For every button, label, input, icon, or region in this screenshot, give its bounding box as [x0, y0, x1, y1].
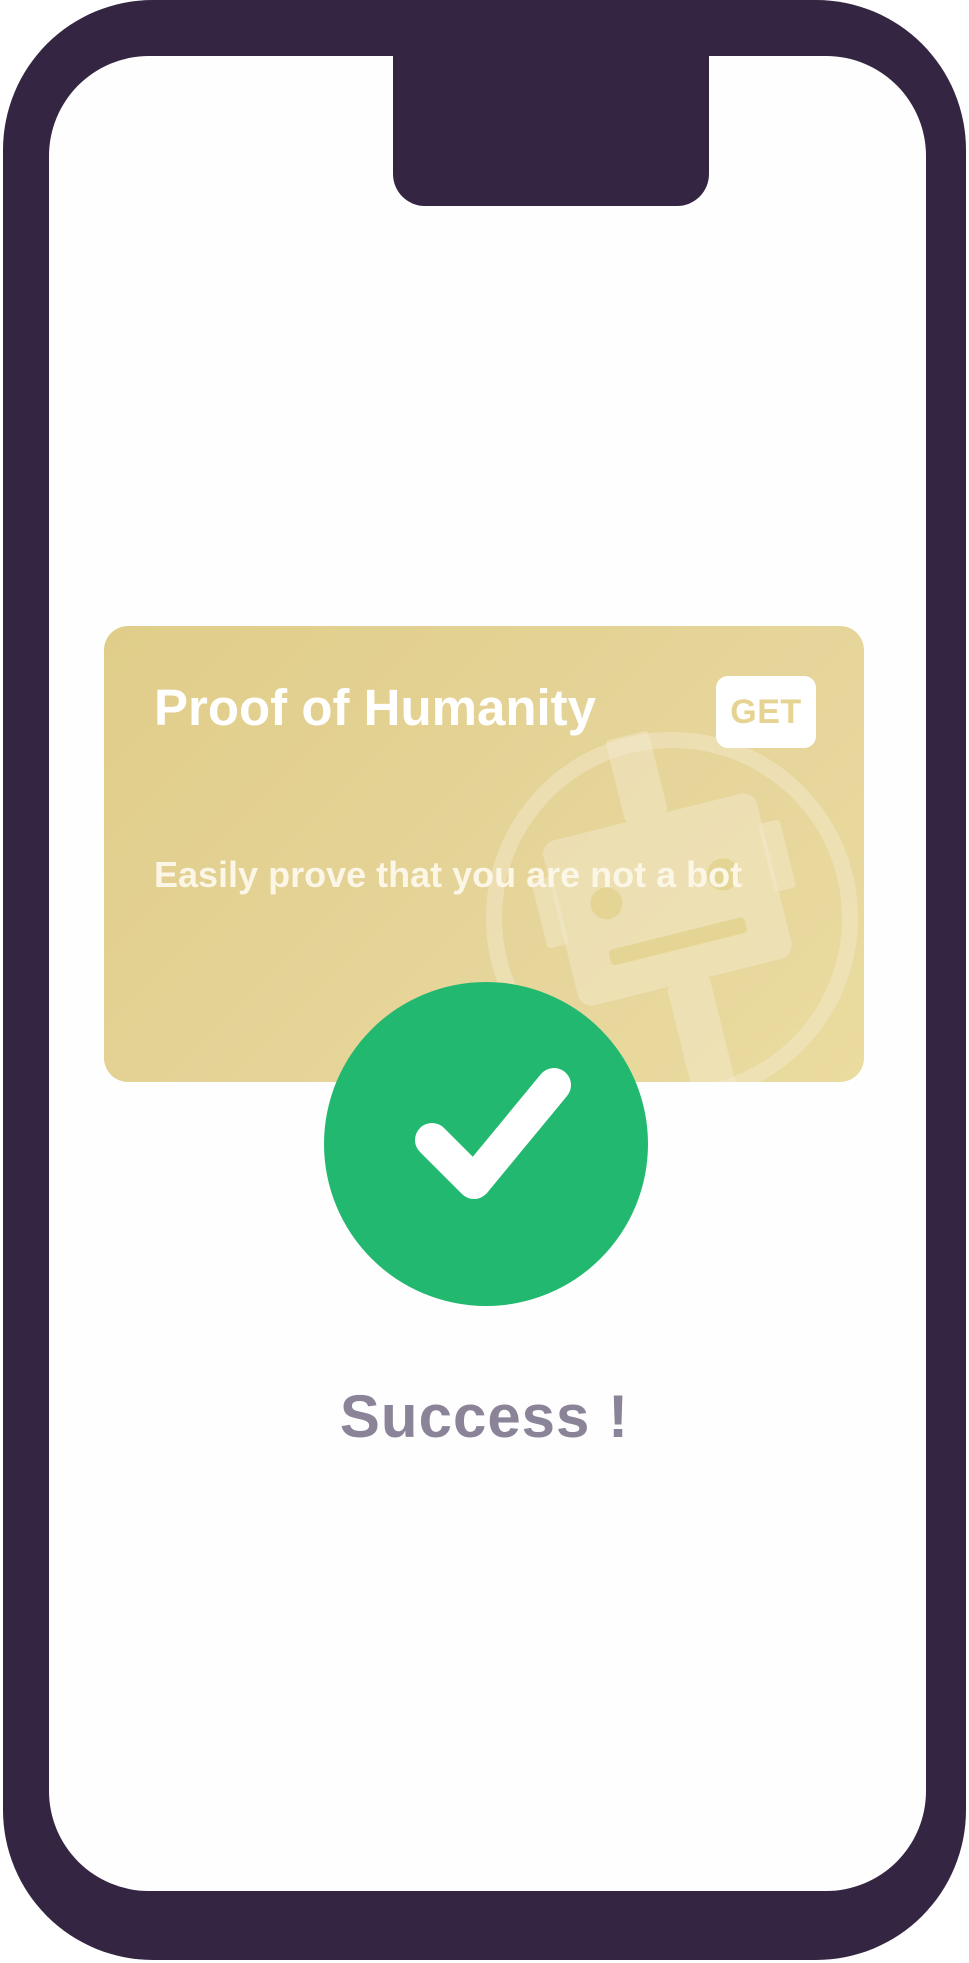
card-title: Proof of Humanity: [154, 679, 596, 736]
card-subtitle: Easily prove that you are not a bot: [154, 854, 743, 895]
get-button[interactable]: GET: [716, 676, 816, 748]
success-message: Success !: [339, 1383, 630, 1450]
checkmark-icon: [324, 982, 648, 1306]
phone-notch: [393, 56, 709, 206]
